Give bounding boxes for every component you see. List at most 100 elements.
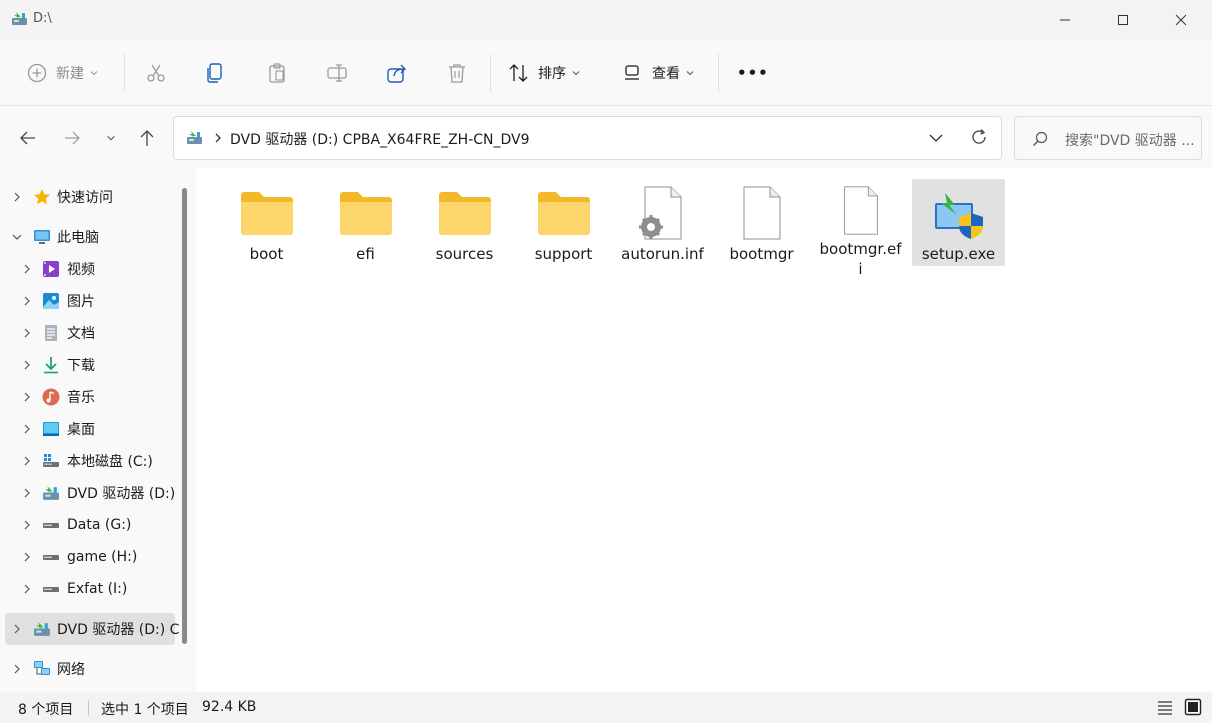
chevron-down-icon	[107, 135, 115, 141]
address-path[interactable]: DVD 驱动器 (D:) CPBA_X64FRE_ZH-CN_DV9	[230, 129, 530, 149]
cut-button[interactable]	[145, 56, 167, 90]
rename-icon	[327, 64, 347, 82]
delete-button[interactable]	[446, 56, 468, 90]
folder-icon	[240, 192, 293, 235]
file-item-boot[interactable]: boot	[220, 179, 313, 279]
view-button[interactable]: 查看	[622, 56, 694, 90]
desktop-icon	[43, 422, 59, 436]
file-item-setup-exe[interactable]: setup.exe	[912, 179, 1005, 266]
sidebar-item-dvd-drive-d-root[interactable]: DVD 驱动器 (D:) C	[5, 613, 179, 645]
trash-icon	[449, 64, 465, 83]
sidebar-item-local-disk-c[interactable]: 本地磁盘 (C:)	[0, 445, 178, 477]
paste-button[interactable]	[266, 56, 288, 90]
local-disk-icon	[43, 454, 59, 467]
sidebar-item-label: 本地磁盘 (C:)	[67, 454, 153, 470]
sidebar-item-label: 图片	[67, 294, 95, 310]
up-button[interactable]	[133, 124, 161, 152]
sidebar-item-label: game (H:)	[67, 549, 138, 565]
copy-icon	[207, 63, 222, 83]
arrow-up-icon	[140, 130, 154, 146]
sidebar-item-documents[interactable]: 文档	[0, 317, 178, 349]
clipboard-icon	[269, 63, 285, 83]
file-name: sources	[435, 245, 494, 263]
file-item-efi[interactable]: efi	[319, 179, 412, 279]
chevron-right-icon[interactable]	[12, 192, 22, 202]
sidebar-item-downloads[interactable]: 下载	[0, 349, 178, 381]
network-icon	[34, 661, 50, 675]
sidebar-item-this-pc[interactable]: 此电脑	[0, 221, 178, 253]
picture-icon	[43, 293, 59, 309]
sort-button[interactable]: 排序	[508, 56, 580, 90]
sidebar-item-network[interactable]: 网络	[0, 653, 178, 685]
sidebar-item-game-h[interactable]: game (H:)	[0, 541, 178, 573]
toolbar-divider	[718, 54, 719, 92]
minimize-icon	[1060, 19, 1070, 21]
sidebar-item-videos[interactable]: 视频	[0, 253, 178, 285]
chevron-right-icon[interactable]	[22, 328, 32, 338]
share-button[interactable]	[386, 56, 408, 90]
sidebar-item-pictures[interactable]: 图片	[0, 285, 178, 317]
chevron-right-icon[interactable]	[22, 488, 32, 498]
arrow-right-icon	[65, 131, 80, 145]
back-button[interactable]	[14, 124, 42, 152]
sort-icon	[509, 64, 528, 82]
search-box[interactable]: 搜索"DVD 驱动器 ...	[1014, 116, 1202, 160]
file-item-sources[interactable]: sources	[418, 179, 511, 279]
folder-icon	[339, 192, 392, 235]
sidebar-item-data-g[interactable]: Data (G:)	[0, 509, 178, 541]
chevron-right-icon[interactable]	[22, 584, 32, 594]
rename-button[interactable]	[326, 56, 348, 90]
search-placeholder: 搜索"DVD 驱动器 ...	[1065, 133, 1195, 149]
drive-icon	[43, 587, 59, 592]
chevron-down-icon[interactable]	[12, 232, 22, 242]
search-icon	[1033, 131, 1048, 146]
chevron-down-icon[interactable]	[928, 130, 944, 146]
sidebar-item-quick-access[interactable]: 快速访问	[0, 181, 178, 213]
close-button[interactable]	[1152, 0, 1210, 40]
chevron-right-icon[interactable]	[22, 296, 32, 306]
maximize-icon	[1118, 15, 1128, 25]
new-button[interactable]: 新建	[26, 56, 98, 90]
recent-locations-button[interactable]	[97, 124, 125, 152]
chevron-right-icon[interactable]	[12, 664, 22, 674]
chevron-right-icon[interactable]	[22, 552, 32, 562]
folder-icon	[438, 192, 491, 235]
address-bar[interactable]: DVD 驱动器 (D:) CPBA_X64FRE_ZH-CN_DV9	[173, 116, 1002, 160]
folder-icon	[537, 192, 590, 235]
computer-icon	[34, 230, 50, 244]
sidebar-scrollbar[interactable]	[182, 188, 187, 644]
sidebar-item-label: 视频	[67, 262, 95, 278]
file-item-support[interactable]: support	[517, 179, 610, 279]
refresh-icon[interactable]	[970, 128, 988, 146]
chevron-right-icon[interactable]	[12, 624, 22, 634]
copy-button[interactable]	[205, 56, 227, 90]
sidebar-item-music[interactable]: 音乐	[0, 381, 178, 413]
forward-button[interactable]	[58, 124, 86, 152]
plus-circle-icon	[27, 63, 47, 83]
file-item-autorun-inf[interactable]: autorun.inf	[616, 179, 709, 279]
chevron-right-icon[interactable]	[22, 392, 32, 402]
large-icons-view-icon[interactable]	[1184, 698, 1202, 716]
chevron-right-icon[interactable]	[22, 360, 32, 370]
arrow-left-icon	[20, 131, 35, 145]
chevron-right-icon[interactable]	[22, 456, 32, 466]
chevron-right-icon[interactable]	[22, 520, 32, 530]
dvd-drive-icon	[43, 486, 59, 500]
sidebar-item-desktop[interactable]: 桌面	[0, 413, 178, 445]
maximize-button[interactable]	[1094, 0, 1152, 40]
sidebar-item-dvd-drive-d[interactable]: DVD 驱动器 (D:)	[0, 477, 178, 509]
chevron-right-icon[interactable]	[214, 133, 222, 143]
minimize-button[interactable]	[1036, 0, 1094, 40]
sidebar-item-exfat-i[interactable]: Exfat (I:)	[0, 573, 178, 605]
sidebar-item-label: Exfat (I:)	[67, 581, 128, 597]
title-bar: D:\	[0, 0, 1212, 40]
file-list[interactable]: boot efi sources support autorun.inf boo…	[196, 168, 1212, 692]
chevron-right-icon[interactable]	[22, 264, 32, 274]
chevron-right-icon[interactable]	[22, 424, 32, 434]
view-icon	[625, 65, 639, 80]
file-item-bootmgr[interactable]: bootmgr	[715, 179, 808, 279]
file-item-bootmgr-efi[interactable]: bootmgr.efi	[814, 179, 907, 279]
file-name: support	[534, 245, 593, 263]
details-view-icon[interactable]	[1156, 698, 1174, 716]
more-options-button[interactable]: •••	[737, 56, 769, 90]
